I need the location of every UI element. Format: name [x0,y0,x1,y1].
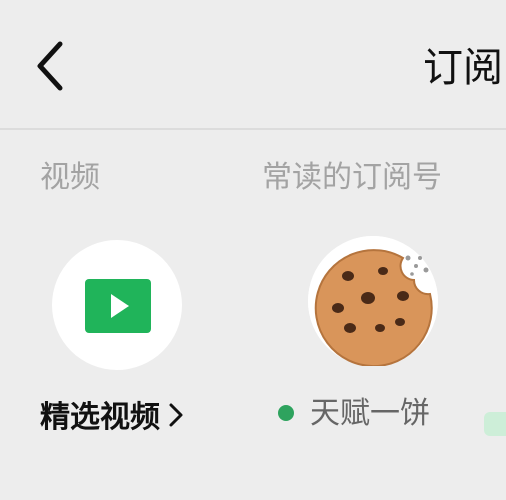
chevron-left-icon [37,41,63,91]
featured-video-label: 精选视频 [40,400,160,435]
page-title: 订阅 [423,45,503,91]
account-name: 天赋一饼 [310,396,430,431]
featured-video-button[interactable] [52,240,182,370]
next-account-peek[interactable] [484,412,506,436]
featured-video-link[interactable]: 精选视频 [40,396,184,441]
back-button[interactable] [30,36,70,96]
cookie-avatar [308,236,438,366]
status-dot [278,405,294,421]
chevron-right-icon [168,397,184,441]
play-video-icon [85,279,151,333]
header-divider [0,128,506,130]
section-label-frequent: 常读的订阅号 [262,160,442,195]
section-label-video: 视频 [40,160,100,195]
subscriptions-screen: 订阅 视频 常读的订阅号 精选视频 天赋一饼 [0,0,506,500]
account-avatar-button[interactable] [308,236,438,366]
